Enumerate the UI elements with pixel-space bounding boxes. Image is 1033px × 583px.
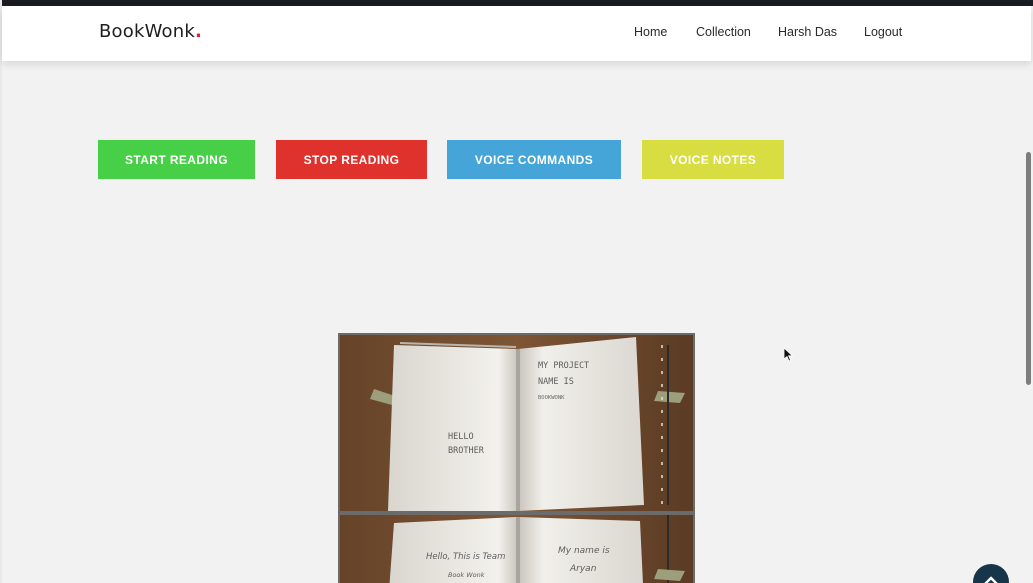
chevron-up-icon	[984, 572, 998, 583]
stop-reading-button[interactable]: STOP READING	[276, 140, 427, 179]
scrollbar-thumb[interactable]	[1026, 152, 1031, 385]
frame2-left-line-1: Hello, This is Team	[426, 552, 505, 562]
frame2-left-line-2: Book Wonk	[448, 571, 485, 579]
mouse-pointer-icon	[783, 347, 794, 367]
back-to-top-button[interactable]	[973, 564, 1009, 583]
voice-notes-button[interactable]: VOICE NOTES	[642, 140, 784, 179]
frame2-right-line-2: Aryan	[569, 564, 597, 574]
open-book-image-1: HELLO BROTHER MY PROJECT NAME IS BOOKWON…	[340, 335, 693, 511]
frame1-right-line-3: BOOKWONK	[538, 395, 565, 401]
nav-home-link[interactable]: Home	[634, 25, 667, 39]
nav-user-link[interactable]: Harsh Das	[778, 25, 837, 39]
frame1-left-line-2: BROTHER	[448, 446, 485, 456]
frame1-left-line-1: HELLO	[448, 432, 474, 442]
camera-frame-1: HELLO BROTHER MY PROJECT NAME IS BOOKWON…	[340, 335, 693, 511]
frame1-right-line-2: NAME IS	[538, 377, 574, 387]
left-edge	[0, 0, 2, 583]
start-reading-button[interactable]: START READING	[98, 140, 255, 179]
open-book-image-2: Hello, This is Team Book Wonk My name is…	[340, 515, 693, 583]
frame2-right-line-1: My name is	[558, 546, 610, 556]
camera-feed: HELLO BROTHER MY PROJECT NAME IS BOOKWON…	[338, 333, 695, 583]
navbar: BookWonk. Home Collection Harsh Das Logo…	[2, 6, 1031, 61]
frame1-right-line-1: MY PROJECT	[538, 361, 589, 371]
nav-logout-link[interactable]: Logout	[864, 25, 902, 39]
voice-commands-button[interactable]: VOICE COMMANDS	[447, 140, 621, 179]
camera-frame-2: Hello, This is Team Book Wonk My name is…	[340, 515, 693, 583]
nav-collection-link[interactable]: Collection	[696, 25, 751, 39]
nav-links: Home Collection Harsh Das Logout	[2, 25, 1031, 45]
